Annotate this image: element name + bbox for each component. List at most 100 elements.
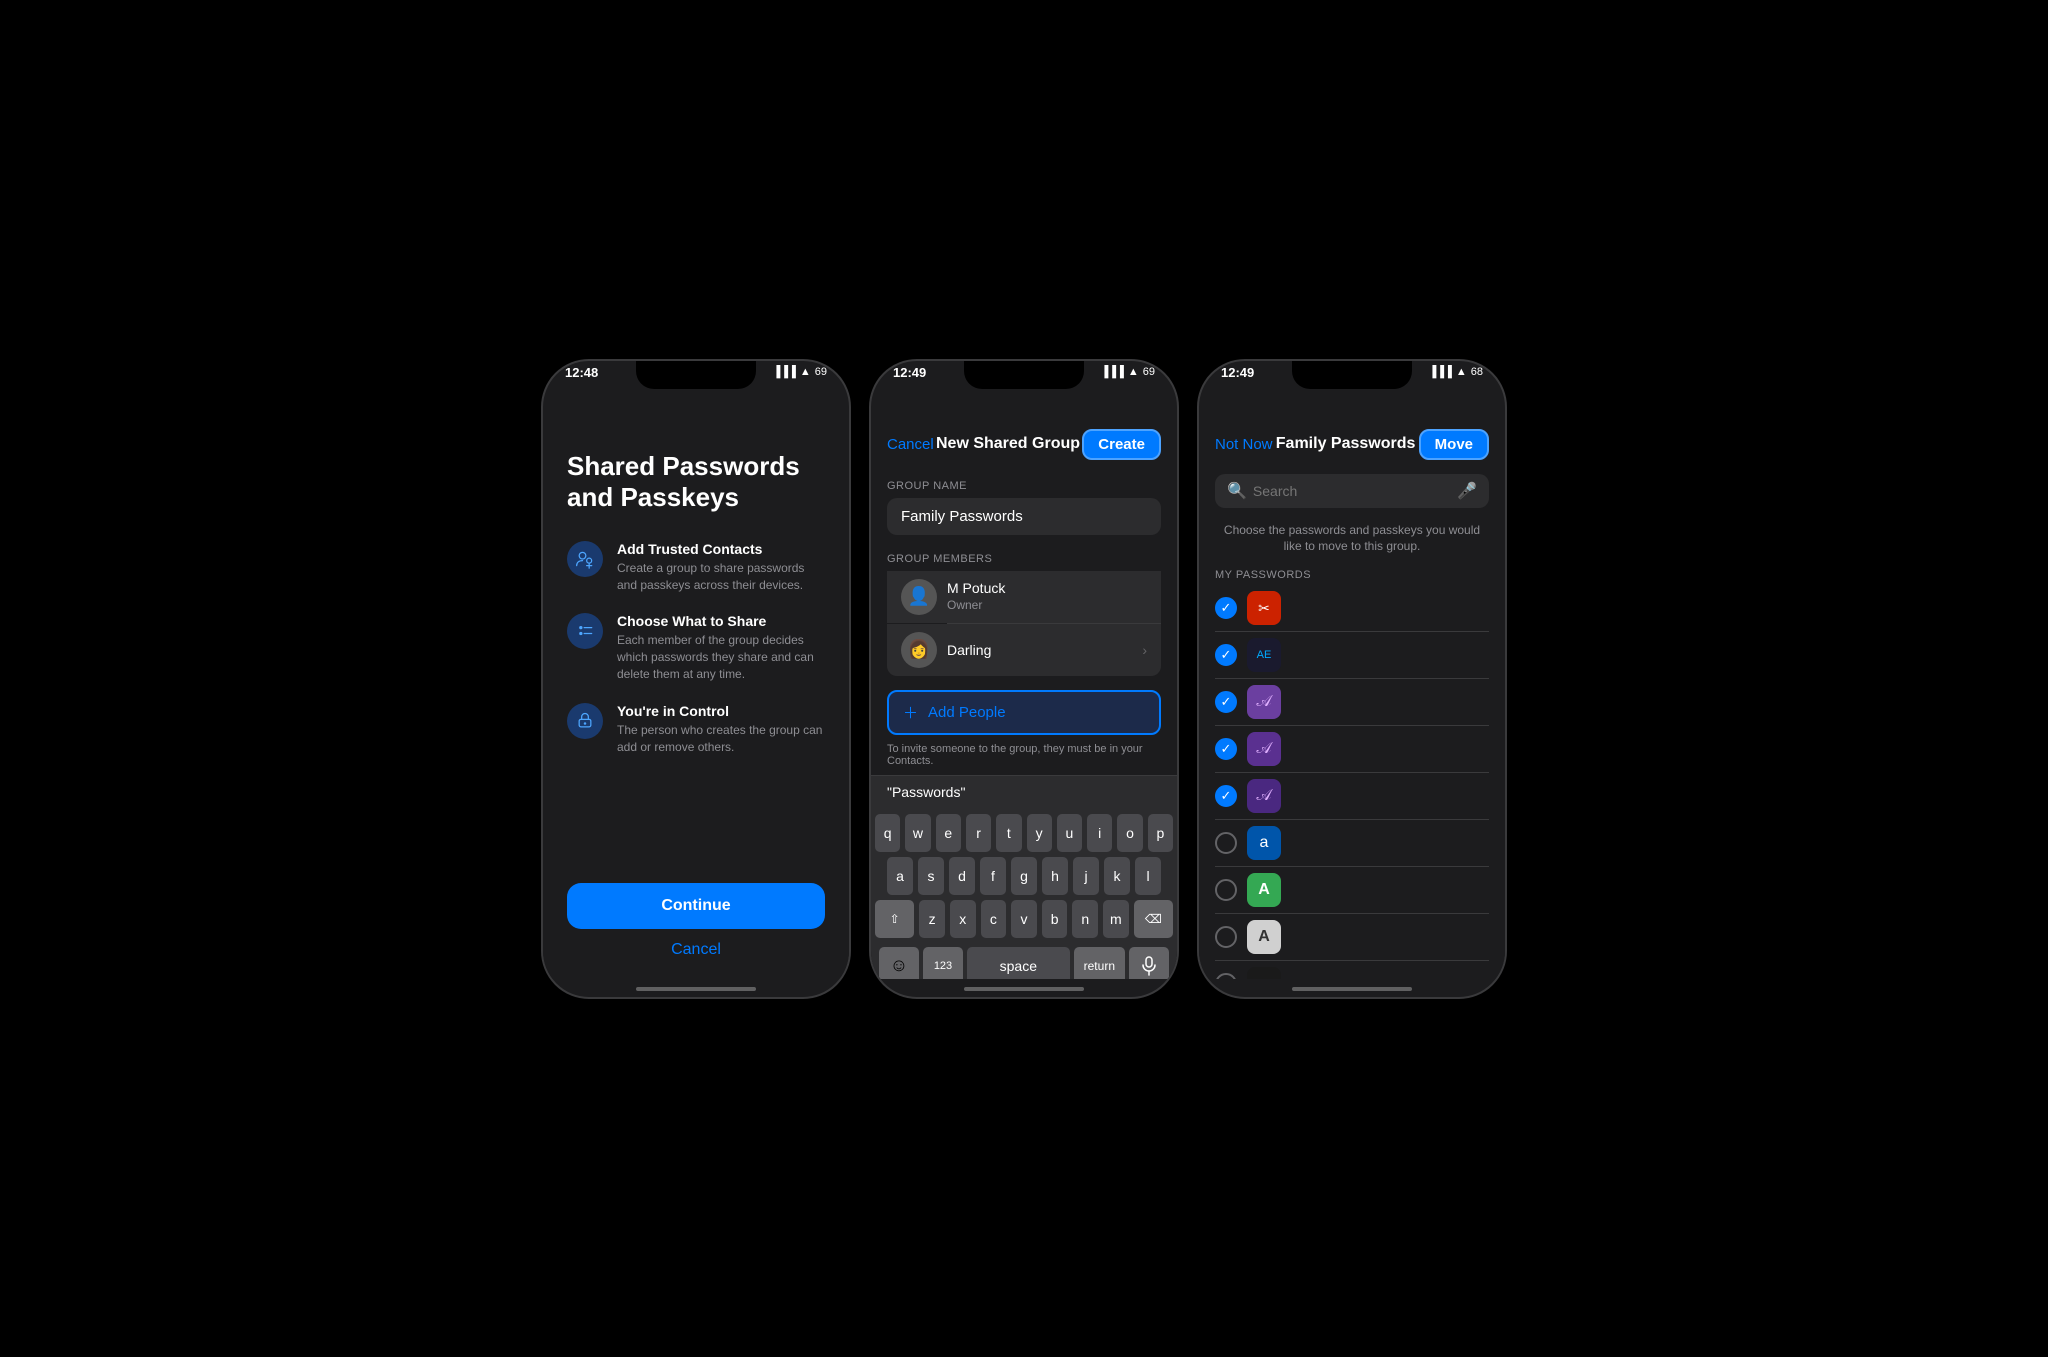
pw-checkbox[interactable]: ✓ — [1215, 644, 1237, 666]
key-h[interactable]: h — [1042, 857, 1068, 895]
key-shift[interactable]: ⇧ — [875, 900, 914, 938]
pw-checkbox[interactable] — [1215, 832, 1237, 854]
password-item[interactable]: A — [1199, 867, 1505, 913]
key-i[interactable]: i — [1087, 814, 1112, 852]
key-o[interactable]: o — [1117, 814, 1142, 852]
wifi-icon: ▲ — [800, 366, 811, 378]
feature-icon-3 — [567, 703, 603, 739]
search-bar[interactable]: 🔍 🎤 — [1215, 474, 1489, 508]
signal-icon: ▐▐▐ — [772, 366, 795, 378]
phone-3: 12:49 ▐▐▐ ▲ 68 Not Now Family Passwords … — [1197, 359, 1507, 999]
group-name-input[interactable]: Family Passwords — [887, 498, 1161, 535]
add-people-button[interactable]: ＋ Add People — [887, 690, 1161, 735]
member-info-1: M Potuck Owner — [947, 580, 1005, 614]
key-z[interactable]: z — [919, 900, 945, 938]
search-hint: Choose the passwords and passkeys you wo… — [1199, 514, 1505, 564]
phone-2: 12:49 ▐▐▐ ▲ 69 Cancel New Shared Group C… — [869, 359, 1179, 999]
key-f[interactable]: f — [980, 857, 1006, 895]
key-row-2: a s d f g h j k l — [875, 857, 1173, 895]
key-t[interactable]: t — [996, 814, 1021, 852]
key-e[interactable]: e — [936, 814, 961, 852]
feature-item-1: Add Trusted Contacts Create a group to s… — [567, 541, 825, 594]
feature-text-3: You're in Control The person who creates… — [617, 703, 825, 756]
plus-icon: ＋ — [903, 702, 918, 723]
group-members-label: GROUP MEMBERS — [887, 553, 1161, 565]
phone3-content: Not Now Family Passwords Move 🔍 🎤 Choose… — [1199, 421, 1505, 979]
pw-icon: AM — [1247, 967, 1281, 978]
key-v[interactable]: v — [1011, 900, 1037, 938]
passwords-list: ✓ ✂ ✓ AE ✓ 𝒜 ✓ 𝒜 ✓ 𝒜 — [1199, 585, 1505, 978]
wifi-icon-3: ▲ — [1456, 366, 1467, 378]
key-return[interactable]: return — [1074, 947, 1125, 979]
password-item[interactable]: ✓ 𝒜 — [1199, 726, 1505, 772]
search-input[interactable] — [1253, 483, 1451, 499]
not-now-button[interactable]: Not Now — [1215, 436, 1273, 453]
status-icons-1: ▐▐▐ ▲ 69 — [772, 366, 827, 378]
key-k[interactable]: k — [1104, 857, 1130, 895]
password-item[interactable]: ✓ 𝒜 — [1199, 679, 1505, 725]
keyboard-bottom: ☺ 123 space return — [875, 943, 1173, 979]
mic-icon: 🎤 — [1457, 481, 1477, 501]
key-y[interactable]: y — [1027, 814, 1052, 852]
key-numbers[interactable]: 123 — [923, 947, 963, 979]
key-s[interactable]: s — [918, 857, 944, 895]
pw-checkbox[interactable] — [1215, 879, 1237, 901]
group-members-section: GROUP MEMBERS 👤 M Potuck Owner 👩 Darling — [871, 541, 1177, 682]
group-name-label: GROUP NAME — [887, 480, 1161, 492]
key-space[interactable]: space — [967, 947, 1070, 979]
phone2-content: Cancel New Shared Group Create GROUP NAM… — [871, 421, 1177, 979]
pw-icon: a — [1247, 826, 1281, 860]
pw-checkbox[interactable] — [1215, 973, 1237, 978]
password-item[interactable]: A — [1199, 914, 1505, 960]
move-button[interactable]: Move — [1419, 429, 1489, 460]
pw-checkbox[interactable] — [1215, 926, 1237, 948]
pw-checkbox[interactable]: ✓ — [1215, 691, 1237, 713]
key-b[interactable]: b — [1042, 900, 1068, 938]
key-w[interactable]: w — [905, 814, 930, 852]
signal-icon-3: ▐▐▐ — [1428, 366, 1451, 378]
pw-checkbox[interactable]: ✓ — [1215, 597, 1237, 619]
key-j[interactable]: j — [1073, 857, 1099, 895]
status-bar-2: 12:49 ▐▐▐ ▲ 69 — [871, 361, 1177, 382]
key-x[interactable]: x — [950, 900, 976, 938]
key-m[interactable]: m — [1103, 900, 1129, 938]
pw-icon: AE — [1247, 638, 1281, 672]
continue-button[interactable]: Continue — [567, 883, 825, 929]
key-u[interactable]: u — [1057, 814, 1082, 852]
key-c[interactable]: c — [981, 900, 1007, 938]
key-a[interactable]: a — [887, 857, 913, 895]
member-avatar-1: 👤 — [901, 579, 937, 615]
home-indicator-2 — [964, 987, 1084, 991]
key-p[interactable]: p — [1148, 814, 1173, 852]
phone1-title: Shared Passwordsand Passkeys — [567, 451, 825, 513]
key-q[interactable]: q — [875, 814, 900, 852]
feature-text-1: Add Trusted Contacts Create a group to s… — [617, 541, 825, 594]
invite-hint: To invite someone to the group, they mus… — [871, 743, 1177, 767]
password-item[interactable]: ✓ ✂ — [1199, 585, 1505, 631]
battery-icon: 69 — [815, 366, 827, 378]
key-n[interactable]: n — [1072, 900, 1098, 938]
home-indicator-1 — [636, 987, 756, 991]
status-bar-1: 12:48 ▐▐▐ ▲ 69 — [543, 361, 849, 382]
signal-icon-2: ▐▐▐ — [1100, 366, 1123, 378]
cancel-link[interactable]: Cancel — [567, 941, 825, 959]
battery-icon-3: 68 — [1471, 366, 1483, 378]
password-item[interactable]: AM — [1199, 961, 1505, 978]
key-l[interactable]: l — [1135, 857, 1161, 895]
member-row-2: 👩 Darling › — [887, 624, 1161, 676]
key-mic[interactable] — [1129, 947, 1169, 979]
key-emoji[interactable]: ☺ — [879, 947, 919, 979]
cancel-button-2[interactable]: Cancel — [887, 436, 934, 453]
password-item[interactable]: ✓ AE — [1199, 632, 1505, 678]
pw-icon: A — [1247, 920, 1281, 954]
key-r[interactable]: r — [966, 814, 991, 852]
password-item[interactable]: a — [1199, 820, 1505, 866]
key-delete[interactable]: ⌫ — [1134, 900, 1173, 938]
member-info-2: Darling — [947, 642, 991, 658]
password-item[interactable]: ✓ 𝒜 — [1199, 773, 1505, 819]
pw-checkbox[interactable]: ✓ — [1215, 785, 1237, 807]
key-d[interactable]: d — [949, 857, 975, 895]
key-g[interactable]: g — [1011, 857, 1037, 895]
create-button[interactable]: Create — [1082, 429, 1161, 460]
pw-checkbox[interactable]: ✓ — [1215, 738, 1237, 760]
